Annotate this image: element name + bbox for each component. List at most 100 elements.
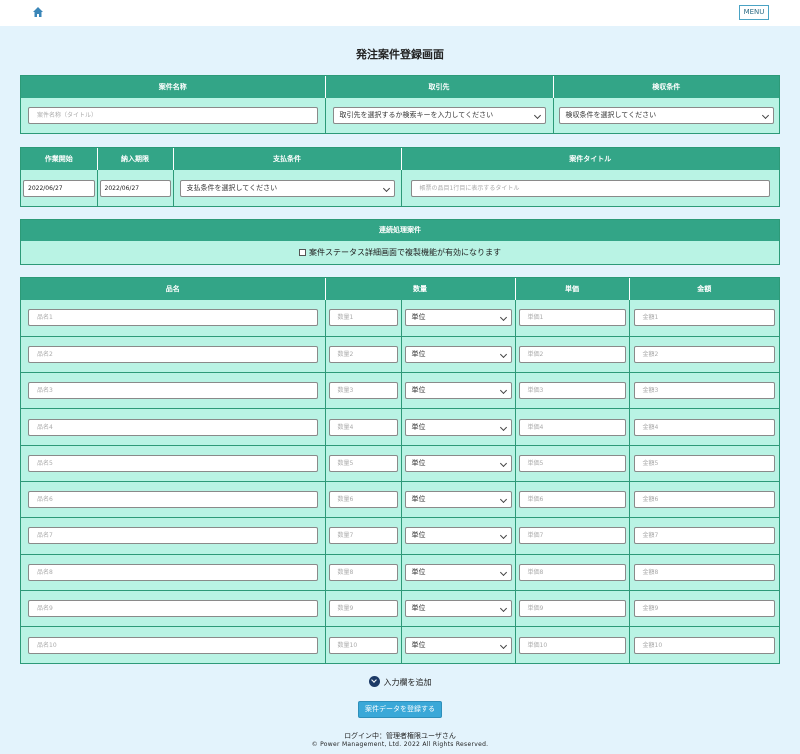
- chevron-down-icon: [761, 111, 770, 120]
- due-date-input[interactable]: 2022/06/27: [99, 179, 171, 197]
- item-name-input[interactable]: 品名3: [28, 382, 318, 400]
- quantity-input[interactable]: 数量8: [328, 563, 398, 581]
- item-name-input[interactable]: 品名9: [28, 600, 318, 618]
- unit-select-label: 単位: [411, 422, 426, 431]
- col-inspection: 検収条件: [553, 76, 779, 98]
- unit-select[interactable]: 単位: [404, 382, 512, 400]
- table-row: 品名9 数量9 単位 単価9 金額9: [21, 590, 779, 628]
- unit-select[interactable]: 単位: [404, 491, 512, 509]
- unit-select[interactable]: 単位: [404, 600, 512, 618]
- unit-select-label: 単位: [411, 313, 426, 322]
- amount-input[interactable]: 金額4: [633, 418, 775, 436]
- table-row: 品名3 数量3 単位 単価3 金額3: [21, 372, 779, 410]
- col-due: 納入期限: [97, 148, 174, 170]
- page-title: 発注案件登録画面: [356, 48, 444, 61]
- unit-select[interactable]: 単位: [404, 454, 512, 472]
- amount-input[interactable]: 金額9: [633, 600, 775, 618]
- inspection-select[interactable]: 検収条件を選択してください: [558, 107, 774, 124]
- client-select-label: 取引先を選択するか検索キーを入力してください: [339, 111, 494, 119]
- unit-price-input[interactable]: 単価7: [518, 527, 626, 545]
- login-status: ログイン中：管理者権限ユーザさん: [344, 732, 456, 740]
- col-payment: 支払条件: [173, 148, 402, 170]
- table-row: 品名5 数量5 単位 単価5 金額5: [21, 445, 779, 482]
- unit-price-input[interactable]: 単価3: [518, 382, 626, 400]
- amount-input[interactable]: 金額6: [633, 491, 775, 509]
- unit-select-label: 単位: [411, 604, 426, 613]
- amount-input[interactable]: 金額3: [633, 382, 775, 400]
- item-name-input[interactable]: 品名10: [28, 636, 318, 654]
- quantity-input[interactable]: 数量2: [328, 345, 398, 363]
- amount-input[interactable]: 金額10: [633, 636, 775, 654]
- unit-select[interactable]: 単位: [404, 563, 512, 581]
- unit-price-input[interactable]: 単価1: [518, 309, 626, 327]
- unit-select[interactable]: 単位: [404, 418, 512, 436]
- item-name-input[interactable]: 品名8: [28, 563, 318, 581]
- quantity-input[interactable]: 数量7: [328, 527, 398, 545]
- duplicate-checkbox[interactable]: [299, 249, 306, 256]
- chevron-down-icon: [499, 387, 507, 395]
- project-name-input[interactable]: 案件名称（タイトル）: [28, 107, 318, 124]
- quantity-input[interactable]: 数量9: [328, 600, 398, 618]
- amount-input[interactable]: 金額5: [633, 454, 775, 472]
- table-row: 品名7 数量7 単位 単価7 金額7: [21, 517, 779, 555]
- quantity-input[interactable]: 数量5: [328, 454, 398, 472]
- item-name-input[interactable]: 品名5: [28, 454, 318, 472]
- table-row: 品名6 数量6 単位 単価6 金額6: [21, 481, 779, 519]
- amount-input[interactable]: 金額2: [633, 345, 775, 363]
- item-name-input[interactable]: 品名7: [28, 527, 318, 545]
- title-input[interactable]: 帳票の品目1行目に表示するタイトル: [410, 179, 770, 197]
- unit-price-input[interactable]: 単価8: [518, 563, 626, 581]
- add-row-label: 入力欄を追加: [383, 678, 432, 687]
- add-row-button[interactable]: 入力欄を追加: [0, 676, 800, 688]
- copyright: © Power Management, Ltd. 2022 All Rights…: [311, 741, 489, 748]
- items-panel: 品名 数量 単価 金額 品名1 数量1 単位 単価1 金額1 品名2 数量2 単位 単価2 金額2…: [20, 277, 780, 664]
- chevron-down-icon: [499, 314, 507, 322]
- unit-select-label: 単位: [411, 349, 426, 358]
- unit-select[interactable]: 単位: [404, 527, 512, 545]
- table-row: 品名2 数量2 単位 単価2 金額2: [21, 336, 779, 374]
- unit-select[interactable]: 単位: [404, 309, 512, 327]
- menu-button[interactable]: MENU: [739, 5, 769, 20]
- unit-price-input[interactable]: 単価6: [518, 491, 626, 509]
- quantity-input[interactable]: 数量3: [328, 382, 398, 400]
- unit-select[interactable]: 単位: [404, 636, 512, 654]
- col-unit-price: 単価: [515, 278, 630, 300]
- chevron-down-icon: [499, 350, 507, 358]
- chevron-down-icon: [499, 423, 507, 431]
- quantity-input[interactable]: 数量10: [328, 636, 398, 654]
- home-icon[interactable]: [32, 6, 44, 18]
- chevron-down-circle-icon: [368, 676, 380, 687]
- quantity-input[interactable]: 数量4: [328, 418, 398, 436]
- inspection-select-label: 検収条件を選択してください: [565, 111, 657, 119]
- item-name-input[interactable]: 品名1: [28, 309, 318, 327]
- item-name-input[interactable]: 品名6: [28, 491, 318, 509]
- unit-select-label: 単位: [411, 567, 426, 576]
- amount-input[interactable]: 金額1: [633, 309, 775, 327]
- payment-select[interactable]: 支払条件を選択してください: [179, 179, 395, 197]
- register-button[interactable]: 案件データを登録する: [358, 701, 442, 718]
- quantity-input[interactable]: 数量6: [328, 491, 398, 509]
- unit-select-label: 単位: [411, 386, 426, 395]
- unit-price-input[interactable]: 単価9: [518, 600, 626, 618]
- table-row: 品名8 数量8 単位 単価8 金額8: [21, 554, 779, 591]
- table-row: 品名4 数量4 単位 単価4 金額4: [21, 408, 779, 446]
- chain-option[interactable]: 案件ステータス詳細画面で複製機能が有効になります: [21, 241, 779, 264]
- amount-input[interactable]: 金額8: [633, 563, 775, 581]
- unit-price-input[interactable]: 単価10: [518, 636, 626, 654]
- col-quantity: 数量: [325, 278, 516, 300]
- client-select[interactable]: 取引先を選択するか検索キーを入力してください: [332, 107, 546, 124]
- chevron-down-icon: [499, 532, 507, 540]
- unit-select-label: 単位: [411, 495, 426, 504]
- col-amount: 金額: [629, 278, 779, 300]
- unit-price-input[interactable]: 単価5: [518, 454, 626, 472]
- unit-select[interactable]: 単位: [404, 345, 512, 363]
- start-date-input[interactable]: 2022/06/27: [23, 179, 95, 197]
- quantity-input[interactable]: 数量1: [328, 309, 398, 327]
- chevron-down-icon: [533, 111, 541, 120]
- item-name-input[interactable]: 品名2: [28, 345, 318, 363]
- unit-price-input[interactable]: 単価4: [518, 418, 626, 436]
- item-name-input[interactable]: 品名4: [28, 418, 318, 436]
- amount-input[interactable]: 金額7: [633, 527, 775, 545]
- chain-header: 連続処理案件: [21, 220, 779, 241]
- unit-price-input[interactable]: 単価2: [518, 345, 626, 363]
